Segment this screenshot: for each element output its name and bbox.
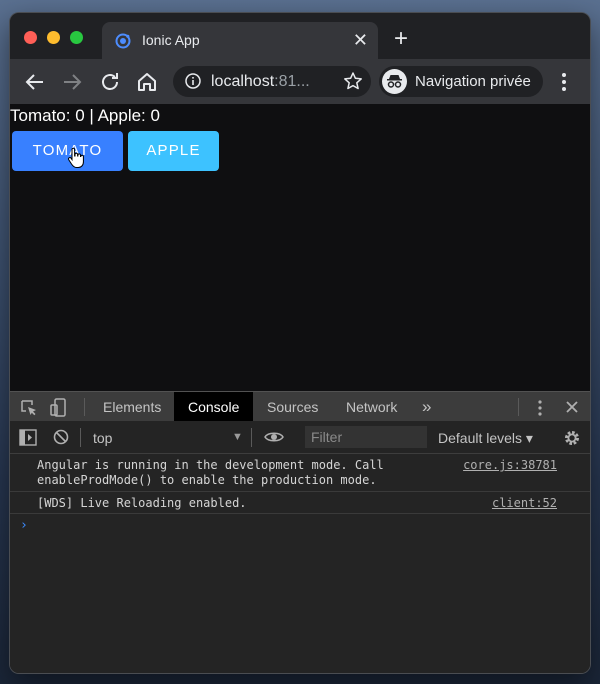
apple-button[interactable]: APPLE (128, 131, 219, 171)
sidebar-toggle-icon[interactable] (19, 429, 37, 446)
console-message-source-link[interactable]: core.js:38781 (463, 458, 557, 472)
incognito-glyph (387, 75, 402, 88)
ionic-logo-icon (115, 33, 131, 49)
devtools-tab-bar: Elements Console Sources Network » (10, 391, 590, 422)
console-message-text: Angular is running in the development mo… (37, 458, 384, 487)
url-text: localhost:81... (211, 73, 310, 91)
back-icon[interactable] (23, 70, 47, 94)
close-devtools-icon[interactable] (565, 400, 579, 414)
browser-tab[interactable]: Ionic App ✕ (102, 22, 378, 59)
forward-icon[interactable] (60, 70, 84, 94)
console-toolbar: top ▼ Filter Default levels ▾ (10, 421, 590, 454)
toolbar-divider (84, 398, 85, 416)
clear-console-icon[interactable] (53, 429, 69, 445)
console-message: Angular is running in the development mo… (10, 454, 590, 492)
maximize-window-button[interactable] (70, 31, 83, 44)
live-expression-eye-icon[interactable] (264, 430, 284, 444)
incognito-icon (382, 69, 407, 94)
close-window-button[interactable] (24, 31, 37, 44)
menu-dots-icon[interactable] (556, 70, 572, 94)
log-levels-dropdown[interactable]: Default levels ▾ (438, 430, 533, 447)
toolbar-divider (518, 398, 519, 416)
url-host: localhost (211, 73, 275, 90)
toolbar-divider (80, 428, 81, 447)
devtools-menu-icon[interactable] (534, 399, 546, 417)
tab-sources[interactable]: Sources (267, 392, 318, 422)
device-toolbar-icon[interactable] (50, 398, 68, 418)
page-viewport: Tomato: 0 | Apple: 0 TOMATO APPLE (10, 104, 590, 391)
console-message: [WDS] Live Reloading enabled. client:52 (10, 492, 590, 514)
devtools-panel: Elements Console Sources Network » top ▼… (10, 391, 590, 673)
context-selector[interactable]: top (93, 430, 112, 446)
console-message-text: [WDS] Live Reloading enabled. (37, 496, 247, 510)
console-message-source-link[interactable]: client:52 (492, 496, 557, 510)
address-bar[interactable]: localhost:81... (173, 66, 371, 97)
url-port: :81... (274, 73, 310, 90)
console-prompt-icon[interactable]: › (20, 518, 28, 533)
filter-input[interactable]: Filter (305, 426, 427, 448)
browser-window: Ionic App ✕ + localhost:81... Navigation… (10, 13, 590, 673)
tab-title: Ionic App (142, 32, 200, 48)
console-settings-gear-icon[interactable] (563, 429, 581, 447)
tab-network[interactable]: Network (346, 392, 397, 422)
hand-cursor-icon (68, 147, 84, 168)
console-output: Angular is running in the development mo… (10, 454, 590, 673)
tab-console[interactable]: Console (174, 392, 254, 422)
counter-text: Tomato: 0 | Apple: 0 (10, 106, 160, 125)
incognito-label: Navigation privée (415, 73, 531, 90)
incognito-badge[interactable]: Navigation privée (379, 66, 543, 97)
reload-icon[interactable] (98, 70, 122, 94)
star-icon[interactable] (343, 71, 363, 91)
tab-elements[interactable]: Elements (103, 392, 161, 422)
home-icon[interactable] (135, 70, 159, 94)
tab-strip: Ionic App ✕ + (10, 13, 590, 59)
toolbar-divider (251, 428, 252, 447)
tab-close-icon[interactable]: ✕ (353, 30, 368, 50)
minimize-window-button[interactable] (47, 31, 60, 44)
context-dropdown-icon[interactable]: ▼ (232, 431, 243, 443)
more-tabs-icon[interactable]: » (422, 392, 431, 422)
info-icon[interactable] (185, 73, 201, 89)
new-tab-button[interactable]: + (394, 27, 408, 51)
browser-toolbar: localhost:81... Navigation privée (10, 59, 590, 104)
inspect-element-icon[interactable] (20, 399, 38, 417)
